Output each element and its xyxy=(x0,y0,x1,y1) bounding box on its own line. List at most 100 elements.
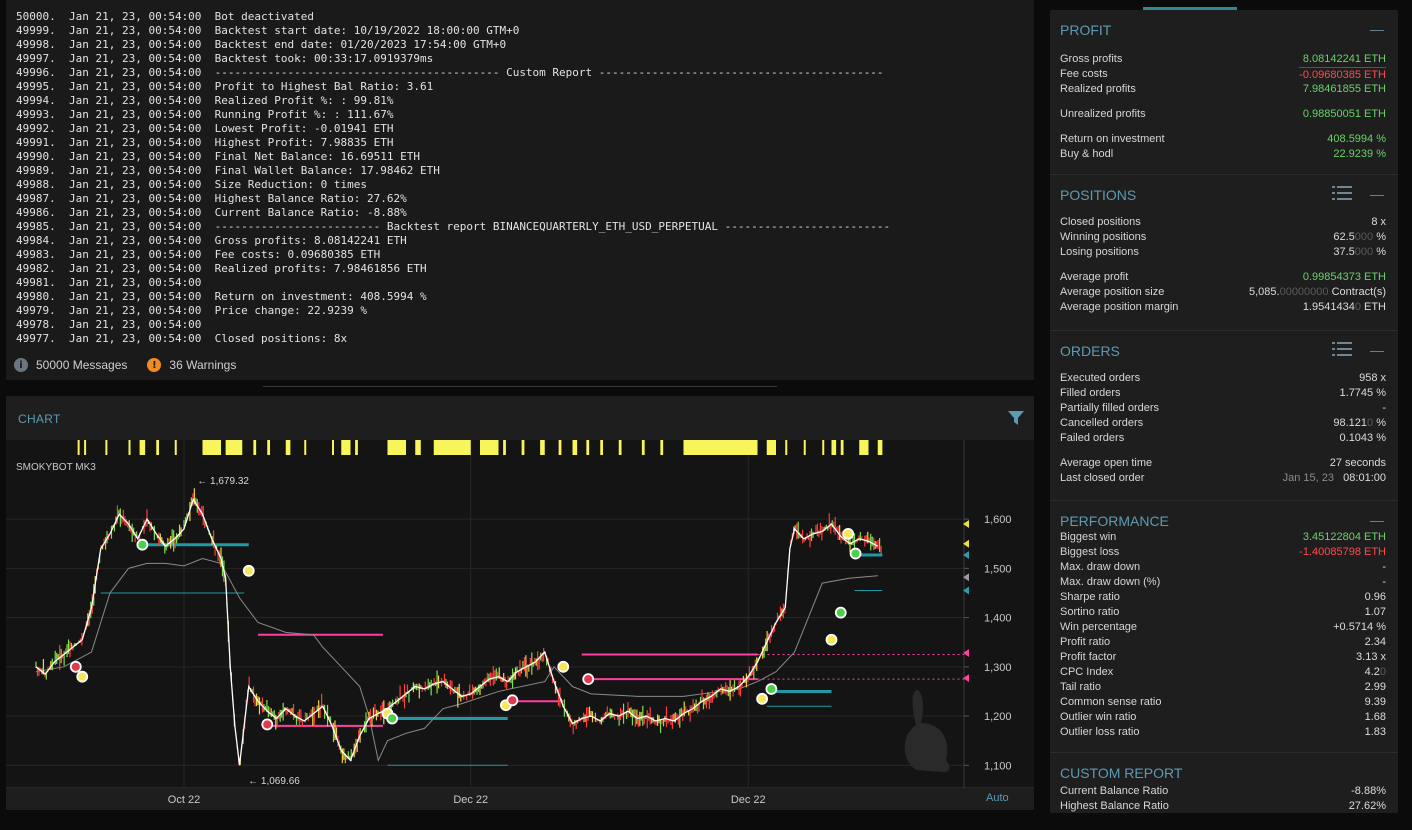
info-icon[interactable]: i xyxy=(14,358,28,372)
section-header[interactable]: ORDERS — xyxy=(1050,331,1398,369)
section-header[interactable]: CUSTOM REPORT xyxy=(1050,753,1398,784)
signal-bar xyxy=(586,440,590,455)
chart-title: CHART xyxy=(18,412,61,426)
stat-value-main: 408.5994 % xyxy=(1327,133,1386,145)
minimize-icon[interactable]: — xyxy=(1370,512,1384,528)
stat-label: Cancelled orders xyxy=(1060,417,1144,429)
trade-marker[interactable] xyxy=(849,547,862,560)
filter-icon[interactable] xyxy=(1007,410,1025,426)
signal-bar xyxy=(859,440,869,455)
console-footer: i 50000 Messages ! 36 Warnings xyxy=(14,357,236,373)
stat-value-main: 98.121 xyxy=(1333,417,1368,429)
stat-label: Sortino ratio xyxy=(1060,606,1120,618)
stat-value-main: -0.09680385 ETH xyxy=(1299,69,1386,81)
stat-value-unit: % xyxy=(1373,246,1386,258)
stat-value: 27 seconds xyxy=(1330,456,1386,471)
stat-label: Biggest win xyxy=(1060,531,1117,543)
signal-bar xyxy=(202,440,221,455)
trade-marker[interactable] xyxy=(386,712,399,725)
list-icon[interactable] xyxy=(1332,184,1352,202)
trade-marker[interactable] xyxy=(582,673,595,686)
section-header[interactable]: PROFIT — xyxy=(1050,10,1398,48)
trade-marker[interactable] xyxy=(69,660,82,673)
stat-value-unit: % xyxy=(1373,417,1386,429)
stat-row: Losing positions 37.5000 % xyxy=(1050,245,1398,260)
orders-section: ORDERS — Executed orders 958 x Filled orde… xyxy=(1050,331,1398,501)
stat-value-padding: 000 xyxy=(1354,231,1374,243)
stat-label: Max. draw down xyxy=(1060,561,1141,573)
stat-label: Outlier loss ratio xyxy=(1060,726,1140,738)
messages-count[interactable]: 50000 Messages xyxy=(36,358,127,372)
signal-bar xyxy=(618,440,622,455)
y-tick-label: 1,500 xyxy=(984,563,1012,575)
stat-row: Failed orders 0.1043 % xyxy=(1050,431,1398,446)
stat-value: -8.88% xyxy=(1351,784,1386,799)
trade-marker[interactable] xyxy=(834,606,847,619)
trade-marker[interactable] xyxy=(136,538,149,551)
stat-row: Realized profits 7.98461855 ETH xyxy=(1050,82,1398,97)
row-gap xyxy=(1050,122,1398,132)
stat-value: 3.13 x xyxy=(1356,650,1386,665)
stat-label: Closed positions xyxy=(1060,216,1141,228)
log-line: 49980. Jan 21, 23, 00:54:00 Return on in… xyxy=(16,290,427,303)
log-line: 50000. Jan 21, 23, 00:54:00 Bot deactiva… xyxy=(16,10,315,23)
trade-marker[interactable] xyxy=(842,527,855,540)
trade-marker[interactable] xyxy=(261,718,274,731)
trade-marker[interactable] xyxy=(765,683,778,695)
trade-marker[interactable] xyxy=(825,633,838,646)
stat-value: 1.95414340 ETH xyxy=(1303,300,1386,315)
stat-row: CPC Index 4.20 xyxy=(1050,665,1398,680)
section-header[interactable]: PERFORMANCE — xyxy=(1050,501,1398,530)
signal-bar xyxy=(766,440,776,455)
price-chart[interactable]: 1,100 1,200 1,300 1,400 1,500 1,600 Oct 22 Dec … xyxy=(6,440,1034,810)
positions-section: POSITIONS — Closed positions 8 x Winning p… xyxy=(1050,175,1398,331)
stat-row: Gross profits 8.08142241 ETH xyxy=(1050,52,1398,67)
signal-bar xyxy=(558,440,562,455)
stat-row: Highest Balance Ratio 27.62% xyxy=(1050,799,1398,813)
stat-row: Winning positions 62.5000 % xyxy=(1050,230,1398,245)
stat-row: Max. draw down (%) - xyxy=(1050,575,1398,590)
log-output: 50000. Jan 21, 23, 00:54:00 Bot deactiva… xyxy=(16,10,890,346)
signal-bar xyxy=(253,440,257,455)
stat-value-unit: Contract(s) xyxy=(1328,286,1386,298)
warnings-count[interactable]: 36 Warnings xyxy=(169,358,236,372)
list-icon[interactable] xyxy=(1332,340,1352,358)
log-line: 49994. Jan 21, 23, 00:54:00 Realized Pro… xyxy=(16,94,394,107)
stat-row: Tail ratio 2.99 xyxy=(1050,680,1398,695)
auto-scale-toggle[interactable]: Auto xyxy=(986,792,1009,804)
minimize-icon[interactable]: — xyxy=(1370,186,1384,202)
trade-marker[interactable] xyxy=(756,692,769,705)
stat-value-main: 3.45122804 ETH xyxy=(1302,531,1386,543)
log-line: 49977. Jan 21, 23, 00:54:00 Closed posit… xyxy=(16,332,348,345)
stat-value-main: 1.07 xyxy=(1364,606,1386,618)
minimize-icon[interactable]: — xyxy=(1370,21,1384,37)
stat-value-main: 1.83 xyxy=(1364,726,1386,738)
stat-label: Average position margin xyxy=(1060,301,1179,313)
signal-bar xyxy=(822,440,825,455)
panel-splitter[interactable] xyxy=(263,386,777,387)
warning-icon[interactable]: ! xyxy=(147,358,162,372)
y-tick-label: 1,200 xyxy=(984,711,1012,723)
stat-row: Common sense ratio 9.39 xyxy=(1050,695,1398,710)
high-price-label: ← 1,679.32 xyxy=(197,476,249,487)
stat-value-main: - xyxy=(1382,561,1386,573)
stat-value: 1.07 xyxy=(1365,605,1386,620)
section-header[interactable]: POSITIONS — xyxy=(1050,175,1398,213)
trade-marker[interactable] xyxy=(76,670,89,683)
section-title: POSITIONS xyxy=(1060,187,1137,203)
signal-bar xyxy=(267,440,271,455)
minimize-icon[interactable]: — xyxy=(1370,342,1384,358)
stat-value-main: 1.7745 % xyxy=(1339,387,1386,399)
trade-marker[interactable] xyxy=(557,660,570,673)
chart-canvas[interactable]: 1,100 1,200 1,300 1,400 1,500 1,600 Oct 22 Dec … xyxy=(6,440,1034,810)
stat-value-main: 0.1043 % xyxy=(1339,432,1386,444)
stat-row: Profit ratio 2.34 xyxy=(1050,635,1398,650)
signal-bar xyxy=(503,440,506,455)
stat-label: Partially filled orders xyxy=(1060,402,1160,414)
signal-bar xyxy=(139,440,146,455)
stat-label: Profit factor xyxy=(1060,651,1117,663)
stat-value-main: 1.68 xyxy=(1364,711,1386,723)
trade-marker[interactable] xyxy=(506,694,519,707)
trade-marker[interactable] xyxy=(242,564,255,577)
stat-row: Average open time 27 seconds xyxy=(1050,456,1398,471)
